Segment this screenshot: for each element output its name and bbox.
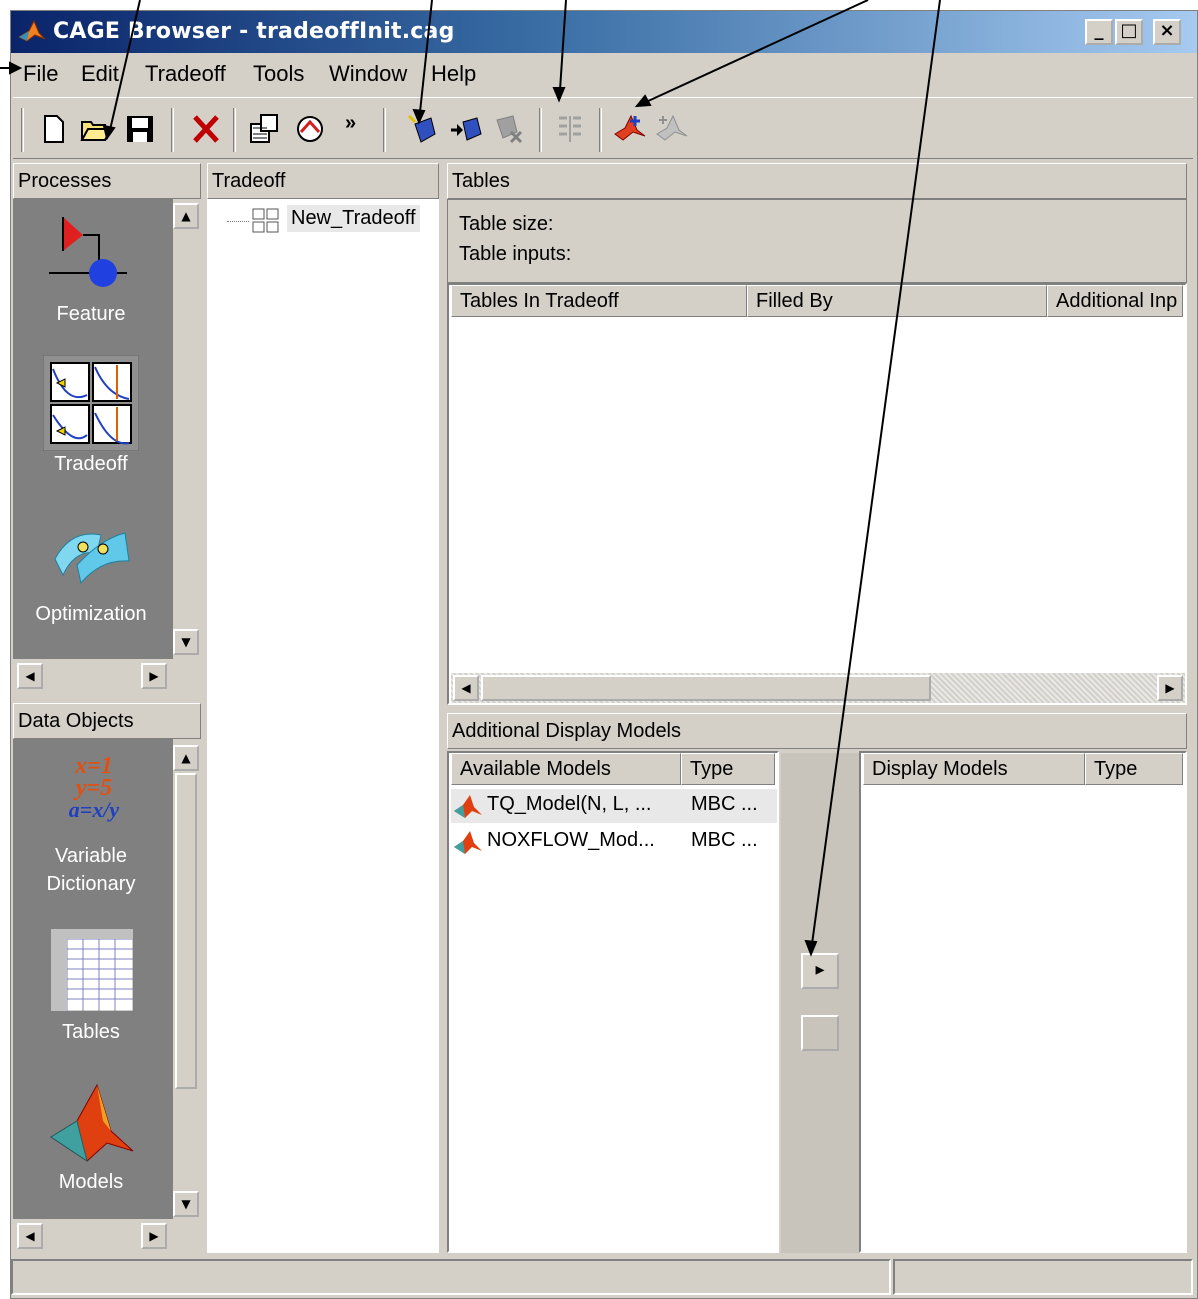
callout-arrows xyxy=(0,0,941,957)
